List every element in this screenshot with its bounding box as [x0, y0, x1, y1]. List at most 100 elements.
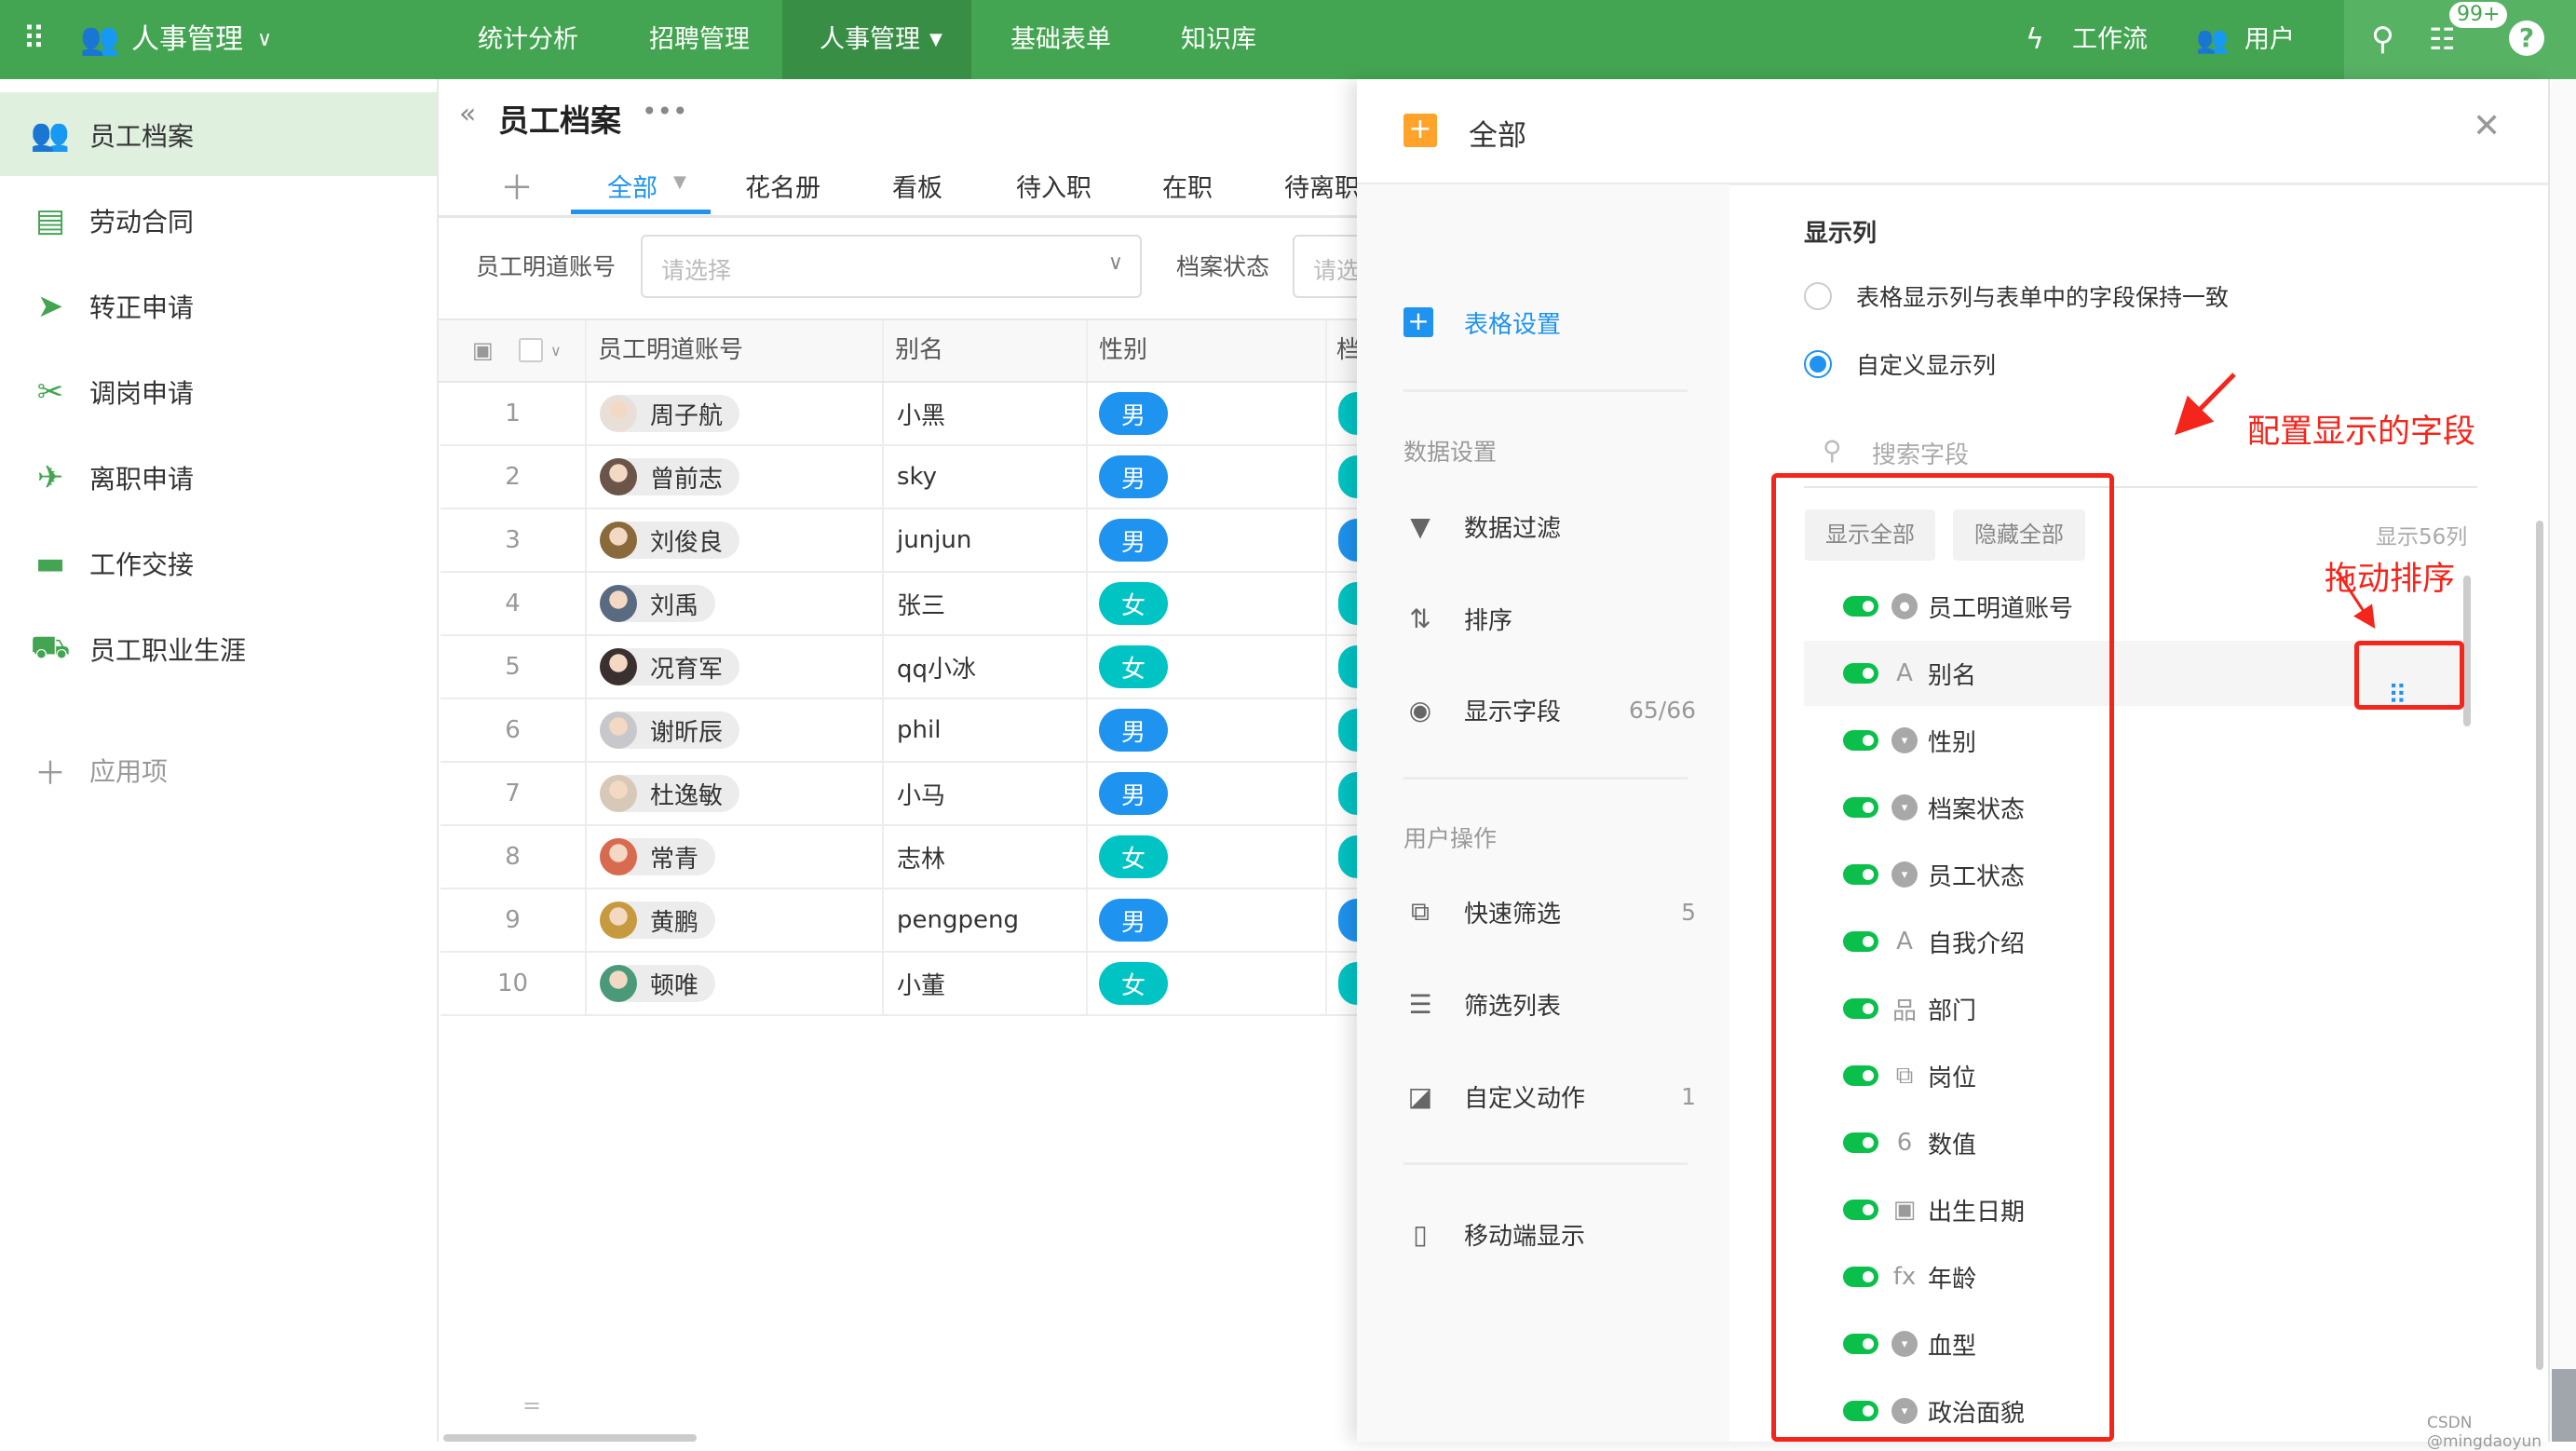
table-row[interactable]: 9 黄鹏 pengpeng 男	[441, 889, 1376, 953]
account-cell[interactable]: 黄鹏	[587, 889, 884, 951]
row-number: 1	[441, 383, 587, 444]
account-cell[interactable]: 谢昕辰	[587, 699, 884, 761]
avatar	[600, 458, 637, 495]
tabs-divider	[439, 215, 1361, 218]
sidebar-item-5[interactable]: ✈ 离职申请	[0, 435, 437, 521]
table-row[interactable]: 4 刘禹 张三 女	[441, 573, 1376, 636]
sidebar-item-2[interactable]: ▤ 劳动合同	[0, 178, 437, 264]
tab-leaving[interactable]: 待离职	[1284, 168, 1360, 204]
gender-cell: 男	[1088, 763, 1327, 824]
more-icon[interactable]: •••	[642, 96, 688, 127]
account-cell[interactable]: 曾前志	[587, 446, 884, 508]
gender-cell: 女	[1088, 826, 1327, 888]
table-row[interactable]: 2 曾前志 sky 男	[441, 446, 1376, 509]
sidebar: 👥 员工档案 ▤ 劳动合同 ➤ 转正申请 ✂ 调岗申请 ✈ 离职申请 ▬ 工作交接 ⛟ 员工职业生涯 ＋ …	[0, 79, 439, 1442]
tab-kanban[interactable]: 看板	[892, 168, 942, 204]
people-icon: 👥	[30, 116, 71, 154]
alias-cell: 小董	[884, 953, 1088, 1014]
send-icon: ➤	[36, 288, 64, 325]
avatar	[600, 585, 637, 622]
sidebar-item-6[interactable]: ▬ 工作交接	[0, 521, 437, 606]
account-cell[interactable]: 刘禹	[587, 573, 884, 634]
sidebar-item-1[interactable]: 👥 员工档案	[0, 92, 437, 178]
filter-account-select[interactable]: 请选择 ∨	[641, 235, 1142, 298]
tab-pending[interactable]: 待入职	[1016, 168, 1091, 204]
row-number: 10	[441, 953, 587, 1014]
filter-label-account: 员工明道账号	[476, 253, 617, 280]
main-content: « 员工档案 ••• ＋ 全部 ▼ 花名册 看板 待入职 在职 待离职 员工明道…	[439, 79, 1404, 1442]
app-grid-icon[interactable]: ⠿	[22, 0, 46, 79]
tab-roster[interactable]: 花名册	[745, 168, 820, 204]
table-row[interactable]: 3 刘俊良 junjun 男	[441, 509, 1376, 573]
user-pill[interactable]: 曾前志	[600, 458, 740, 495]
account-cell[interactable]: 况育军	[587, 636, 884, 698]
user-pill[interactable]: 刘俊良	[600, 522, 740, 559]
view-settings-panel: + 全部 ✕ + 表格设置 数据设置 ▼ 数据过滤 ⇅ 排序 ◉ 显示字段 65…	[1357, 79, 2550, 1442]
gender-cell: 男	[1088, 383, 1327, 444]
sidebar-item-4[interactable]: ✂ 调岗申请	[0, 349, 437, 435]
save-icon[interactable]: ▣	[472, 320, 494, 381]
table-row[interactable]: 10 顿唯 小董 女	[441, 953, 1376, 1016]
user-pill[interactable]: 周子航	[600, 395, 740, 432]
tab-active[interactable]: 在职	[1162, 168, 1213, 204]
search-icon[interactable]: ⚲	[2371, 0, 2394, 79]
user-pill[interactable]: 刘禹	[600, 585, 716, 622]
user-pill[interactable]: 谢昕辰	[600, 712, 740, 749]
alias-cell: qq小冰	[884, 636, 1088, 698]
select-chevron-icon[interactable]: ∨	[550, 320, 562, 381]
sidebar-item-3[interactable]: ➤ 转正申请	[0, 264, 437, 349]
account-cell[interactable]: 常青	[587, 826, 884, 888]
header-account[interactable]: 员工明道账号	[587, 320, 884, 381]
app-name[interactable]: 人事管理	[131, 0, 243, 79]
table-row[interactable]: 8 常青 志林 女	[441, 826, 1376, 889]
avatar	[600, 712, 637, 749]
avatar	[600, 775, 637, 812]
gender-cell: 女	[1088, 573, 1327, 634]
table-row[interactable]: 6 谢昕辰 phil 男	[441, 699, 1376, 763]
header-gender[interactable]: 性别	[1088, 320, 1327, 381]
user-pill[interactable]: 顿唯	[600, 965, 716, 1002]
table-row[interactable]: 1 周子航 小黑 男	[441, 383, 1376, 446]
annotation-arrows	[2174, 373, 2376, 630]
tab-all[interactable]: 全部	[607, 168, 658, 204]
add-view-icon[interactable]: ＋	[500, 161, 534, 210]
gender-badge: 女	[1099, 835, 1168, 878]
horizontal-scrollbar[interactable]	[443, 1434, 697, 1442]
users-button[interactable]: 用户	[2244, 0, 2295, 79]
row-number: 5	[441, 636, 587, 698]
menu-item-forms[interactable]: 基础表单	[1010, 0, 1111, 79]
tab-caret-icon[interactable]: ▼	[673, 172, 686, 192]
app-chevron-down-icon[interactable]: ∨	[257, 0, 272, 79]
header-alias[interactable]: 别名	[884, 320, 1088, 381]
menu-item-stats[interactable]: 统计分析	[478, 0, 578, 79]
help-icon[interactable]: ?	[2509, 20, 2544, 56]
sidebar-add-app-item[interactable]: ＋ 应用项	[0, 727, 437, 813]
alias-cell: junjun	[884, 509, 1088, 571]
user-name: 曾前志	[650, 465, 724, 494]
table-row[interactable]: 7 杜逸敏 小马 男	[441, 763, 1376, 826]
top-bar: ⠿ 👥 人事管理 ∨ 统计分析 招聘管理 人事管理 ▼ 基础表单 知识库 ϟ 工…	[0, 0, 2576, 79]
user-pill[interactable]: 常青	[600, 838, 716, 875]
user-pill[interactable]: 黄鹏	[600, 902, 716, 939]
gender-cell: 男	[1088, 889, 1327, 951]
avatar	[600, 522, 637, 559]
account-cell[interactable]: 杜逸敏	[587, 763, 884, 824]
menu-item-knowledge[interactable]: 知识库	[1181, 0, 1256, 79]
user-pill[interactable]: 杜逸敏	[600, 775, 740, 812]
menu-item-hr[interactable]: 人事管理	[820, 0, 920, 79]
page-title: 员工档案	[498, 102, 621, 139]
workflow-button[interactable]: 工作流	[2072, 0, 2148, 79]
account-cell[interactable]: 周子航	[587, 383, 884, 444]
user-pill[interactable]: 况育军	[600, 648, 740, 685]
resize-handle[interactable]: =	[522, 1392, 541, 1418]
gender-badge: 男	[1099, 899, 1168, 942]
menu-item-recruit[interactable]: 招聘管理	[649, 0, 750, 79]
sidebar-item-7[interactable]: ⛟ 员工职业生涯	[0, 606, 437, 692]
collapse-icon[interactable]: «	[459, 98, 476, 130]
sidebar-item-label: 劳动合同	[89, 207, 195, 237]
select-all-checkbox[interactable]	[519, 338, 543, 362]
account-cell[interactable]: 顿唯	[587, 953, 884, 1014]
table-row[interactable]: 5 况育军 qq小冰 女	[441, 636, 1376, 699]
sidebar-item-label: 员工职业生涯	[89, 635, 247, 666]
account-cell[interactable]: 刘俊良	[587, 509, 884, 571]
